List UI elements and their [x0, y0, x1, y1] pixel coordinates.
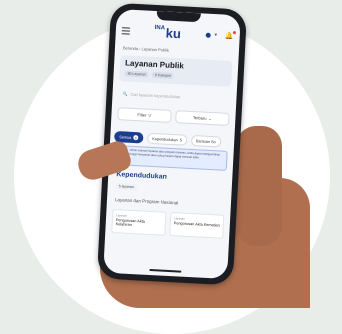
info-banner: i Untuk mencari layanan atau program ter… [114, 145, 228, 171]
app-logo[interactable]: INAku [129, 23, 205, 42]
card-name: Pengurusan Akta Kelahiran [115, 218, 145, 228]
info-text: Untuk mencari layanan atau program terte… [129, 147, 221, 160]
service-cards: Layanan Pengurusan Akta Kelahiran Layana… [111, 208, 225, 239]
funnel-icon: ▽ [148, 112, 152, 118]
chip-category-count: 8 Kategori [151, 71, 174, 79]
filter-label: Filter [137, 112, 147, 118]
tab-kependudukan[interactable]: Kependudukan 5 [147, 132, 188, 146]
search-icon: 🔍 [122, 90, 128, 97]
sort-dropdown[interactable]: Terbaru ⌄ [175, 110, 230, 126]
sort-label: Terbaru [192, 115, 207, 121]
chevron-down-icon[interactable]: ▾ [214, 32, 217, 38]
tab-bantuan-sosial[interactable]: Bantuan So [190, 134, 222, 148]
notification-dot [232, 31, 236, 35]
filter-bar: Filter ▽ Terbaru ⌄ [117, 107, 230, 126]
home-indicator [149, 268, 182, 273]
tab-count: 8 [133, 134, 139, 141]
filter-button[interactable]: Filter ▽ [117, 107, 172, 123]
avatar[interactable] [205, 32, 211, 38]
hamburger-menu-icon[interactable] [121, 27, 131, 35]
top-bar: INAku ▾ 🔔 [115, 19, 240, 47]
header-chips: 60 Layanan 8 Kategori [124, 70, 226, 81]
page-header: Layanan Publik 60 Layanan 8 Kategori [119, 55, 233, 88]
notification-bell-icon[interactable]: 🔔 [225, 31, 236, 40]
service-card[interactable]: Layanan Pengurusan Akta Kelahiran [111, 208, 167, 236]
logo-prefix: INA [154, 24, 166, 31]
tab-label: Kependudukan [152, 136, 178, 142]
section-subtitle: Layanan dan Program Nasional [114, 197, 179, 206]
search-placeholder: Cari layanan kependudukan [130, 91, 181, 99]
chevron-down-icon: ⌄ [208, 115, 212, 122]
tab-label: Bantuan So [195, 138, 216, 144]
service-card[interactable]: Layanan Pengurusan Akta Kematian [169, 212, 225, 239]
tab-label: Semua [119, 134, 132, 140]
breadcrumb[interactable]: Beranda › Layanan Publik [123, 45, 169, 52]
chip-services-count: 60 Layanan [124, 70, 150, 78]
section-title: Kependudukan [116, 171, 167, 181]
section-badge: 5 layanan [115, 183, 138, 191]
logo-main: ku [165, 25, 182, 41]
tab-count: 5 [179, 137, 183, 143]
hand-fingers [236, 126, 282, 246]
search-input[interactable]: 🔍 Cari layanan kependudukan [118, 87, 230, 105]
